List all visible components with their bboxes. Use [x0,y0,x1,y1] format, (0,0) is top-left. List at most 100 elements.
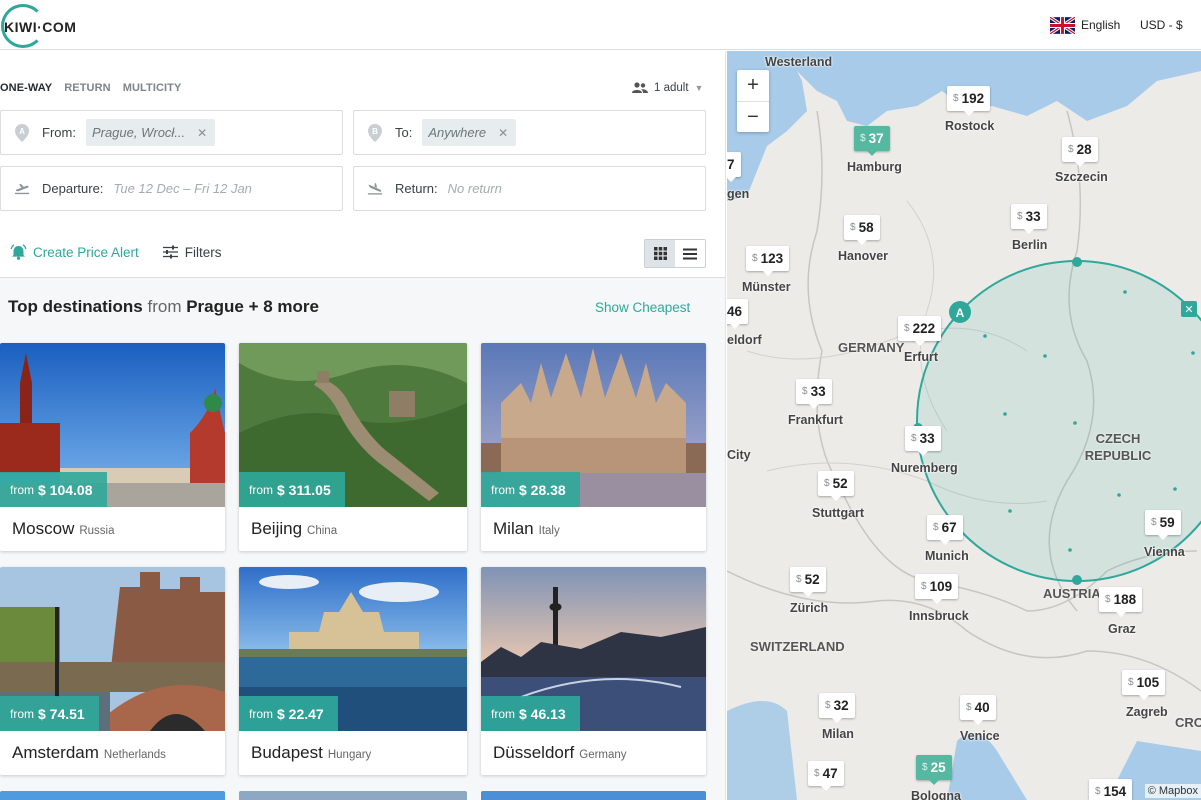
zoom-controls: + − [737,70,769,132]
price-pin[interactable]: $52 [790,567,826,597]
language-label: English [1081,18,1121,32]
price-pin[interactable]: $33 [796,379,832,409]
price-value: 33 [810,384,826,399]
price-pin[interactable]: 46 [727,299,749,329]
price-value: $ 46.13 [519,705,566,722]
currency-symbol: $ [1095,786,1101,797]
city-label: Graz [1108,622,1136,636]
currency-symbol: $ [1068,144,1074,155]
to-field[interactable]: B To: Anywhere ✕ [353,110,706,155]
from-field[interactable]: A From: Prague, Wrocł... ✕ [0,110,343,155]
to-chip[interactable]: Anywhere ✕ [422,119,517,146]
price-value: 40 [974,700,990,715]
city-label: Nuremberg [891,461,958,475]
currency-symbol: $ [953,93,959,104]
price-pin[interactable]: $32 [819,693,855,723]
return-field[interactable]: Return: No return [353,166,706,211]
price-pin[interactable]: $67 [927,515,963,545]
city-label: Zürich [790,601,829,615]
price-pin[interactable]: $33 [1011,204,1047,234]
list-view-button[interactable] [675,240,705,267]
price-pin[interactable]: $192 [947,86,991,116]
price-pin[interactable]: $105 [1122,670,1166,700]
from-chip[interactable]: Prague, Wrocł... ✕ [85,119,216,146]
country-label: CZECH REPUBLIC [1084,431,1152,463]
zoom-out-button[interactable]: − [737,101,769,132]
price-pin[interactable]: $188 [1099,587,1143,617]
card-title: Budapest Hungary [251,743,371,763]
city-name: Budapest [251,743,323,762]
price-value: $ 22.47 [277,705,324,722]
departure-value: Tue 12 Dec – Fri 12 Jan [113,181,252,196]
create-price-alert-label: Create Price Alert [33,244,139,260]
top-bar: KIWI·COM English USD - $ [0,0,1201,50]
map[interactable]: A ✕ + − GERMANY CZECH REPUBLIC AUSTRIA S… [727,51,1201,800]
zoom-in-button[interactable]: + [737,70,769,101]
price-pin[interactable]: $123 [746,246,790,276]
country-name: Italy [538,525,560,537]
city-label: Venice [960,729,1000,743]
city-label: Münster [742,280,791,294]
view-toggle [644,239,706,268]
return-label: Return: [395,181,438,196]
destination-card[interactable] [0,791,225,800]
price-pin[interactable]: $58 [844,215,880,245]
price-value: 154 [1103,784,1127,799]
price-value: 28 [1076,142,1092,157]
grid-view-button[interactable] [645,240,675,267]
price-pin[interactable]: $47 [808,761,844,791]
filters-button[interactable]: Filters [162,245,222,260]
currency-symbol: $ [824,478,830,489]
currency-selector[interactable]: USD - $ [1140,18,1183,32]
language-selector[interactable]: English [1050,16,1120,34]
currency-symbol: $ [1128,677,1134,688]
kiwi-logo[interactable]: KIWI·COM [0,3,90,48]
city-name: Moscow [12,519,75,538]
tab-return[interactable]: RETURN [64,82,110,94]
destination-card[interactable]: from $ 311.05 Beijing China [239,343,467,551]
city-label: eldorf [727,333,762,347]
price-pin[interactable]: $28 [1062,137,1098,167]
tab-one-way[interactable]: ONE-WAY [0,82,52,94]
price-prefix: from [10,482,34,497]
list-icon [683,248,697,259]
uk-flag-icon [1050,16,1075,34]
destination-card[interactable] [481,791,706,800]
remove-icon[interactable]: ✕ [197,126,207,140]
price-pin[interactable]: $109 [915,574,959,604]
city-label: Hanover [838,249,889,263]
price-value: 25 [930,760,946,775]
destination-card[interactable]: from $ 28.38 Milan Italy [481,343,706,551]
price-pin[interactable]: 7 [727,152,741,182]
destination-card[interactable]: from $ 74.51 Amsterdam Netherlands [0,567,225,775]
create-price-alert-button[interactable]: Create Price Alert [10,244,139,260]
price-prefix: from [249,482,273,497]
price-pin[interactable]: $40 [960,695,996,725]
price-value: 109 [929,579,953,594]
show-cheapest-button[interactable]: Show Cheapest [595,300,690,315]
price-pin[interactable]: $52 [818,471,854,501]
destination-card[interactable] [239,791,467,800]
currency-symbol: $ [825,700,831,711]
trip-type-tabs: ONE-WAY RETURN MULTICITY [0,82,181,94]
destination-card[interactable]: from $ 46.13 Düsseldorf Germany [481,567,706,775]
price-pin[interactable]: $59 [1145,510,1181,540]
destination-card[interactable]: from $ 22.47 Budapest Hungary [239,567,467,775]
card-title: Amsterdam Netherlands [12,743,166,763]
passengers-selector[interactable]: 1 adult ▼ [632,82,703,94]
remove-icon[interactable]: ✕ [498,126,508,140]
departure-field[interactable]: Departure: Tue 12 Dec – Fri 12 Jan [0,166,343,211]
price-pin[interactable]: $154 [1089,779,1133,800]
price-pin[interactable]: $37 [854,126,890,156]
card-title: Moscow Russia [12,519,115,539]
price-value: 52 [804,572,820,587]
price-pin[interactable]: $222 [898,316,942,346]
price-pin[interactable]: $33 [905,426,941,456]
currency-symbol: $ [933,522,939,533]
tab-multicity[interactable]: MULTICITY [123,82,182,94]
app: KIWI·COM English USD - $ ONE-WAY RETURN … [0,0,1201,800]
price-pin[interactable]: $25 [916,755,952,785]
map-attribution[interactable]: © Mapbox [1144,784,1201,798]
destination-card[interactable]: from $ 104.08 Moscow Russia [0,343,225,551]
city-label: Westerland [765,55,833,69]
